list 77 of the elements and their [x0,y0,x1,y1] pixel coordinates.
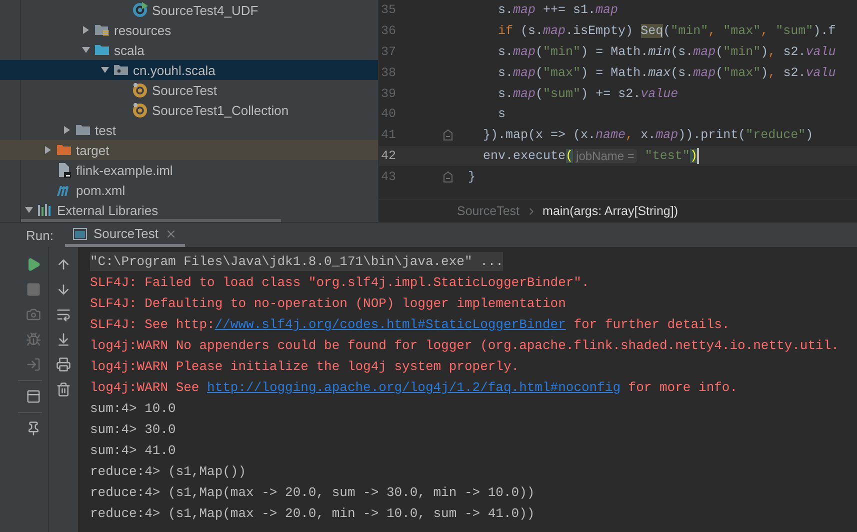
tree-item-label[interactable]: scala [114,42,144,58]
folder-icon [94,42,110,58]
fold-icon[interactable] [443,170,453,183]
console-link[interactable]: //www.slf4j.org/codes.html#StaticLoggerBinder [214,317,566,332]
code-line: env.execute( jobName = "test") [482,148,700,164]
tree-item-label[interactable]: cn.youhl.scala [133,62,216,78]
tree-item-label[interactable]: SourceTest1_Collection [152,102,289,118]
layout-icon [26,389,40,404]
pin-icon [26,421,40,436]
line-number: 39 [380,86,398,101]
tree-item-label[interactable]: test [95,122,116,138]
breadcrumb-item[interactable]: main(args: Array[String]) [542,204,678,218]
tree-item-label[interactable]: SourceTest4_UDF [152,2,258,18]
object-icon [132,82,148,98]
console-link[interactable]: http://logging.apache.org/log4j/1.2/faq.html#noconfig [207,380,620,395]
line-number: 36 [380,24,398,38]
expanded-arrow-icon[interactable] [24,205,34,215]
console-line: log4j:WARN Please initialize the log4j system properly. [90,358,520,376]
console-line: SLF4J: Failed to load class "org.slf4j.impl.StaticLoggerBinder". [90,274,590,292]
exit-icon [26,357,40,372]
code-line: s.map("min") = Math.min(s.map("min"), s2.valu [497,44,836,59]
line-number: 40 [380,107,398,122]
console-icon [73,228,88,240]
fold-icon[interactable] [443,129,453,142]
console-line: sum:4> 30.0 [90,421,176,439]
line-number: 42 [380,148,398,163]
tree-item-label[interactable]: flink-example.iml [76,162,173,178]
stop-icon [26,282,40,297]
line-number: 37 [380,44,398,59]
tree-item-label[interactable]: resources [114,22,172,38]
console-line: log4j:WARN See http://logging.apache.org/log4j/1.2/faq.html#noconfig for more info. [90,379,738,397]
close-icon[interactable] [164,228,177,240]
tree-item-label[interactable]: target [76,142,110,158]
code-line: s.map("max") = Math.max(s.map("max"), s2.valu [497,66,836,80]
line-number: 38 [380,66,398,80]
class-run-icon [132,2,148,18]
tree-item-label[interactable]: pom.xml [76,182,126,198]
scroll-to-end-icon [56,332,71,347]
code-line: if (s.map.isEmpty) Seq("min", "max", "sum").f [497,24,836,38]
camera-icon [26,307,40,322]
console-line: sum:4> 10.0 [90,400,176,418]
code-line: s.map ++= s1.map [497,3,618,18]
console-line: SLF4J: Defaulting to no-operation (NOP) logger implementation [90,295,566,313]
line-number: 43 [380,170,398,184]
tree-item-label[interactable]: External Libraries [57,202,158,218]
line-number: 41 [380,128,398,142]
tree-item[interactable]: cn.youhl.scala [0,60,378,80]
libraries-icon [37,202,53,218]
code-line: } [467,170,476,184]
down-arrow-icon [56,282,71,297]
console-line: SLF4J: See http://www.slf4j.org/codes.html#StaticLoggerBinder for further details. [90,316,730,334]
resources-folder-icon [94,22,110,38]
folder-icon [75,122,91,138]
line-number: 35 [380,3,398,18]
console-line: reduce:4> (s1,Map()) [90,463,246,481]
collapsed-arrow-icon[interactable] [81,25,91,35]
tree-item-label[interactable]: SourceTest [152,82,218,98]
bug-icon [26,332,40,347]
run-label: Run: [26,228,54,242]
print-button[interactable] [54,355,72,374]
code-line: }).map(x => (x.name, x.map)).print("reduce") [482,128,814,142]
soft-wrap-icon [56,307,71,322]
object-icon [132,102,148,118]
console-line: log4j:WARN No appenders could be found for logger (org.apache.flink.shaded.netty4.io.netty.util. [90,337,839,355]
file-icon [56,162,72,178]
trash-icon [56,382,71,397]
code-line: s.map("sum") += s2.value [497,86,678,101]
run-icon [26,257,40,272]
console-line: sum:4> 41.0 [90,442,176,460]
console-line: reduce:4> (s1,Map(max -> 20.0, sum -> 30.0, min -> 10.0)) [90,484,535,502]
package-icon [113,62,129,78]
print-icon [56,357,71,372]
breadcrumb-item[interactable]: SourceTest [457,204,520,218]
console-line: reduce:4> (s1,Map(max -> 20.0, min -> 10.0, sum -> 41.0)) [90,505,535,523]
code-line: s [497,107,506,122]
folder-icon [56,142,72,158]
trash-button[interactable] [54,380,72,399]
